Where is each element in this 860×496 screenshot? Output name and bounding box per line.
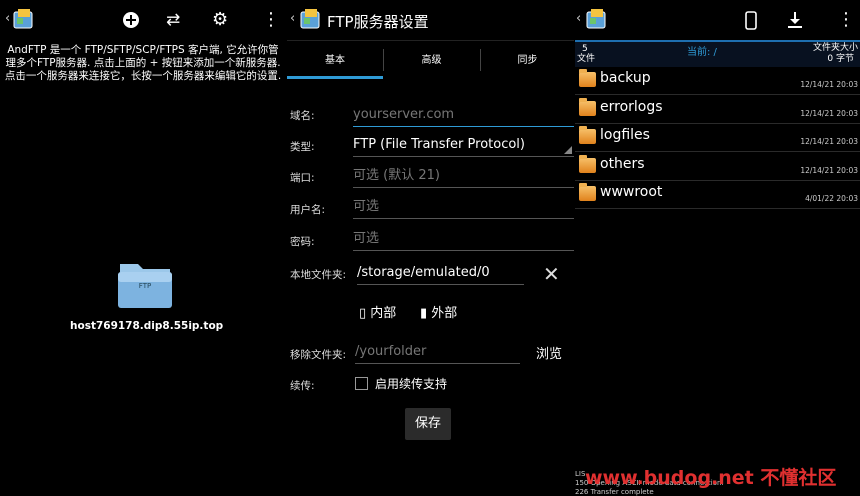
storage-internal-label: 内部 (370, 306, 397, 321)
resume-checkbox[interactable] (355, 377, 368, 390)
andftp-logo-icon (586, 9, 606, 29)
resume-checkbox-label[interactable]: 启用续传支持 (375, 375, 447, 392)
settings-tabs: 基本 高级 同步 (287, 40, 574, 79)
page-title: FTP服务器设置 (327, 13, 429, 31)
save-button[interactable]: 保存 (405, 408, 451, 440)
clear-icon[interactable]: ✕ (543, 262, 560, 286)
dropdown-triangle-icon (564, 146, 572, 154)
type-select[interactable]: FTP (File Transfer Protocol) (353, 134, 574, 157)
back-caret-icon[interactable]: ‹ (576, 11, 581, 26)
sd-card-icon: ▮ (420, 306, 428, 321)
folder-size-label: 文件夹大小 (812, 43, 858, 53)
remote-folder-input[interactable]: /yourfolder (355, 341, 520, 364)
file-name: errorlogs (600, 99, 663, 115)
password-input[interactable]: 可选 (353, 228, 574, 251)
add-icon[interactable] (121, 10, 141, 30)
file-date: 12/14/21 20:03 (800, 80, 858, 89)
back-caret-icon[interactable]: ‹ (290, 11, 295, 26)
folder-icon (579, 69, 596, 87)
file-date: 4/01/22 20:03 (805, 194, 858, 203)
file-name: backup (600, 70, 651, 86)
ftp-folder-icon: FTP (118, 264, 172, 308)
server-settings-panel: ‹ FTP服务器设置 基本 高级 同步 域名: yourserver.com 类… (287, 0, 574, 496)
top-bar: ‹ ⇄ ⚙ ⋮ (0, 0, 286, 40)
local-folder-label: 本地文件夹: (290, 269, 347, 281)
file-row[interactable]: logfiles 12/14/21 20:03 (575, 123, 860, 152)
gear-icon[interactable]: ⚙ (212, 10, 228, 30)
file-row[interactable]: wwwroot 4/01/22 20:03 (575, 180, 860, 209)
tab-basic[interactable]: 基本 (287, 41, 383, 79)
tab-sync[interactable]: 同步 (481, 41, 574, 79)
overflow-menu-icon[interactable]: ⋮ (262, 10, 280, 30)
top-bar: ‹ ⋮ (575, 0, 860, 40)
server-list-panel: ‹ ⇄ ⚙ ⋮ AndFTP 是一个 FTP/SFTP/SCP/FTPS 客户端… (0, 0, 286, 496)
overflow-menu-icon[interactable]: ⋮ (837, 10, 855, 30)
storage-internal-button[interactable]: ▯ 内部 (359, 302, 396, 321)
file-row[interactable]: others 12/14/21 20:03 (575, 152, 860, 181)
username-input[interactable]: 可选 (353, 196, 574, 219)
host-label: 域名: (290, 110, 315, 122)
remote-folder-label: 移除文件夹: (290, 349, 347, 361)
folder-icon (579, 155, 596, 173)
back-caret-icon[interactable]: ‹ (5, 11, 10, 26)
file-row[interactable]: backup 12/14/21 20:03 (575, 66, 860, 95)
phone-icon: ▯ (359, 306, 367, 321)
directory-header: 5 文件 当前: / 文件夹大小 0 字节 (575, 40, 860, 67)
type-label: 类型: (290, 141, 315, 153)
intro-text: AndFTP 是一个 FTP/SFTP/SCP/FTPS 客户端, 它允许你管理… (4, 44, 282, 82)
type-select-value: FTP (File Transfer Protocol) (353, 137, 525, 152)
server-item[interactable]: FTP host769178.dip8.55ip.top (70, 258, 224, 332)
phone-icon[interactable] (745, 11, 757, 30)
file-row[interactable]: errorlogs 12/14/21 20:03 (575, 95, 860, 124)
file-date: 12/14/21 20:03 (800, 166, 858, 175)
file-browser-panel: ‹ ⋮ 5 文件 当前: / 文件夹大小 0 字节 backup 12/14/2… (575, 0, 860, 496)
tab-advanced[interactable]: 高级 (384, 41, 479, 79)
file-count-label: 文件 (577, 54, 596, 64)
download-icon[interactable] (787, 11, 803, 29)
password-label: 密码: (290, 236, 315, 248)
local-folder-input[interactable]: /storage/emulated/0 (357, 262, 524, 285)
storage-external-button[interactable]: ▮ 外部 (420, 302, 457, 321)
current-path: 当前: / (687, 47, 717, 58)
folder-size-value: 0 字节 (827, 54, 854, 64)
log-line: LIS (575, 470, 586, 478)
file-count: 5 (582, 44, 588, 54)
andftp-logo-icon (13, 9, 33, 29)
file-name: others (600, 156, 645, 172)
username-label: 用户名: (290, 204, 326, 216)
resume-label: 续传: (290, 380, 315, 392)
port-input[interactable]: 可选 (默认 21) (353, 165, 574, 188)
folder-label: FTP (139, 282, 151, 290)
selected-tab-indicator (287, 76, 383, 79)
andftp-logo-icon (300, 9, 320, 29)
server-hostname: host769178.dip8.55ip.top (70, 320, 224, 332)
file-name: wwwroot (600, 184, 663, 200)
folder-icon (579, 183, 596, 201)
watermark: www.budog.net 不懂社区 (585, 467, 837, 489)
file-date: 12/14/21 20:03 (800, 137, 858, 146)
top-bar: ‹ FTP服务器设置 (287, 0, 574, 40)
swap-icon[interactable]: ⇄ (166, 10, 180, 30)
browse-button[interactable]: 浏览 (536, 343, 562, 362)
folder-icon (579, 126, 596, 144)
port-label: 端口: (290, 172, 315, 184)
host-input[interactable]: yourserver.com (353, 104, 574, 127)
file-name: logfiles (600, 127, 650, 143)
file-date: 12/14/21 20:03 (800, 109, 858, 118)
storage-external-label: 外部 (431, 306, 458, 321)
folder-icon (579, 98, 596, 116)
